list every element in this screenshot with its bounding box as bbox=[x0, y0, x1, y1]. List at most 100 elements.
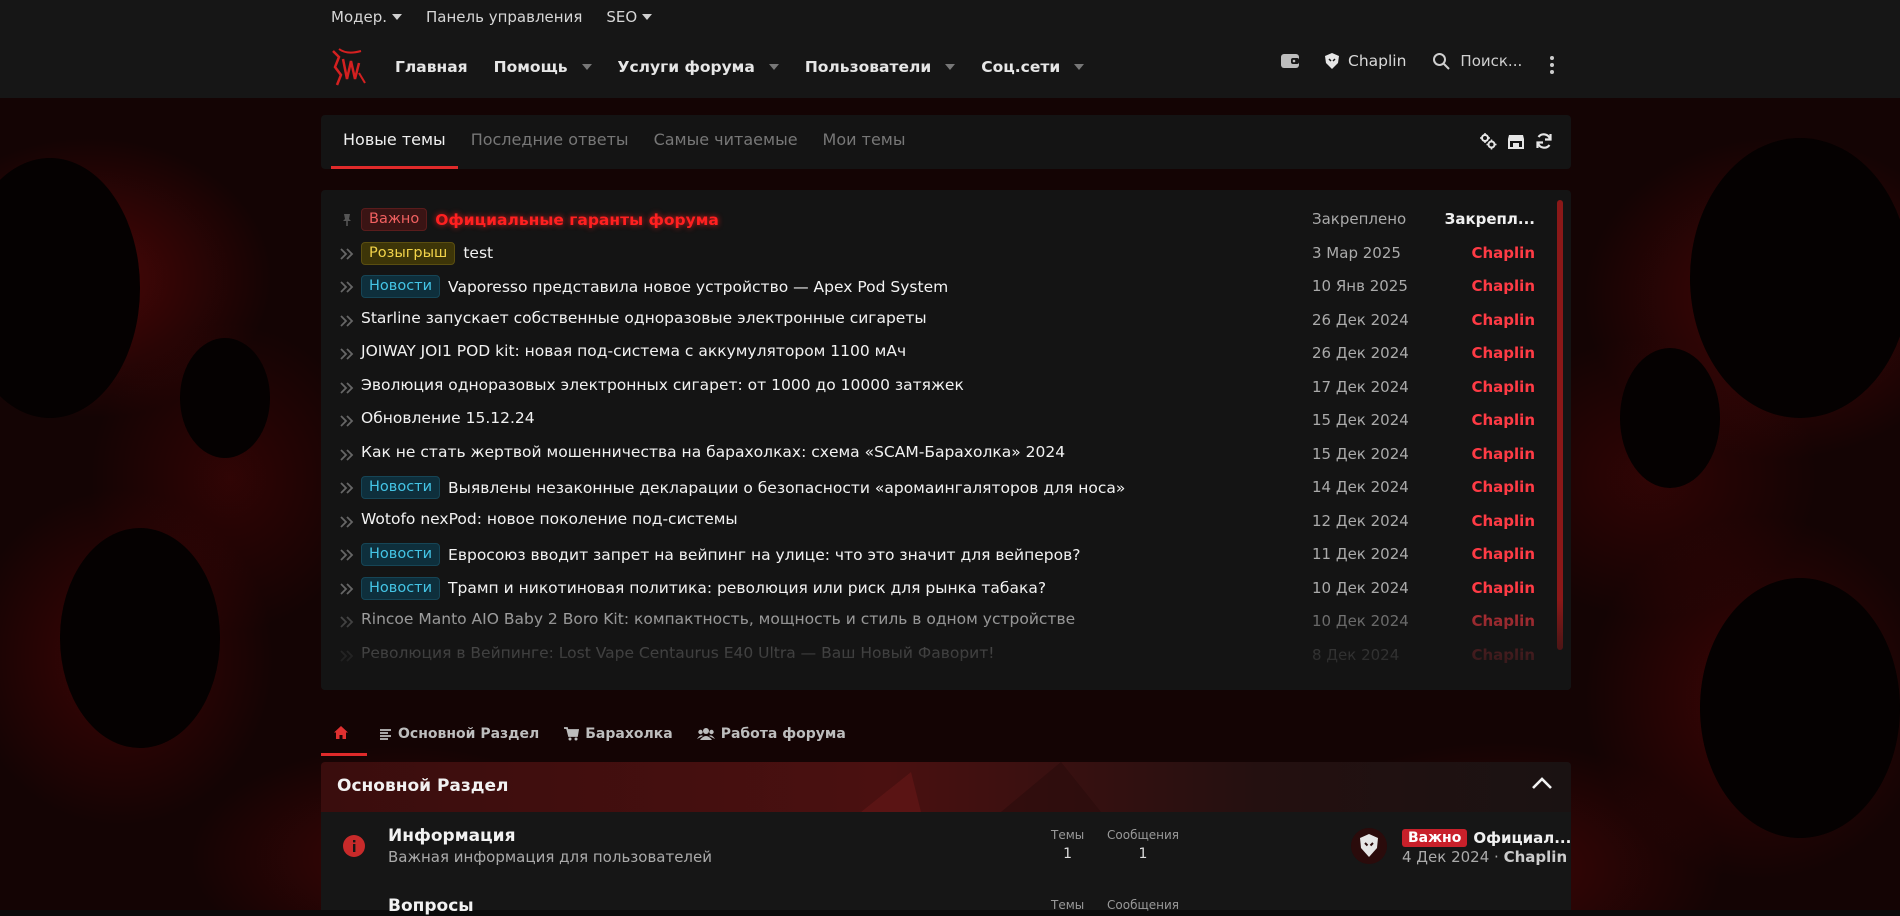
section-tabs: Основной Раздел Барахолка Работа форума bbox=[321, 712, 858, 756]
topic-title-wrap: Новости Евросоюз вводит запрет на вейпинг… bbox=[361, 543, 1080, 566]
nav-social[interactable]: Соц.сети bbox=[981, 58, 1085, 76]
search-box[interactable]: Поиск... bbox=[1432, 52, 1522, 70]
chevron-down-icon[interactable] bbox=[581, 64, 592, 70]
topic-row[interactable]: Розыгрыш test 3 Мар 2025 Chaplin bbox=[321, 236, 1561, 270]
topic-prefix-badge[interactable]: Важно bbox=[361, 208, 428, 231]
topic-author[interactable]: Chaplin bbox=[1471, 311, 1535, 329]
topic-date: 11 Дек 2024 bbox=[1312, 545, 1409, 563]
tab-new-topics[interactable]: Новые темы bbox=[331, 115, 458, 169]
topic-row[interactable]: JOIWAY JOI1 POD kit: новая под-система с… bbox=[321, 336, 1561, 370]
topic-title[interactable]: Трамп и никотиновая политика: революция … bbox=[448, 579, 1046, 597]
last-post-title[interactable]: Важно Официал... bbox=[1402, 829, 1571, 847]
nav-services[interactable]: Услуги форума bbox=[618, 58, 779, 76]
moder-menu[interactable]: Модер. bbox=[331, 7, 403, 26]
topic-title-wrap: JOIWAY JOI1 POD kit: новая под-система с… bbox=[361, 342, 906, 360]
topic-row[interactable]: Обновление 15.12.24 15 Дек 2024 Chaplin bbox=[321, 403, 1561, 437]
header-decoration bbox=[861, 762, 1101, 812]
topic-row[interactable]: Новости Трамп и никотиновая политика: рев… bbox=[321, 571, 1561, 605]
wallet-icon[interactable] bbox=[1280, 53, 1300, 69]
messages-label: Сообщения bbox=[1107, 828, 1180, 842]
topic-author[interactable]: Chaplin bbox=[1471, 277, 1535, 295]
topic-prefix-badge[interactable]: Новости bbox=[361, 275, 441, 298]
forum-logo[interactable] bbox=[325, 45, 369, 89]
topic-row[interactable]: Wotofo nexPod: новое поколение под-систе… bbox=[321, 504, 1561, 538]
topics-scrollbar[interactable] bbox=[1557, 200, 1563, 650]
user-avatar-icon bbox=[1325, 53, 1339, 69]
chevron-down-icon[interactable] bbox=[1074, 64, 1085, 70]
topic-title[interactable]: test bbox=[463, 244, 493, 262]
topic-title[interactable]: Выявлены незаконные декларации о безопас… bbox=[448, 479, 1125, 497]
topic-author[interactable]: Chaplin bbox=[1471, 646, 1535, 664]
chevron-up-icon[interactable] bbox=[1531, 776, 1553, 790]
topic-author[interactable]: Chaplin bbox=[1471, 545, 1535, 563]
nav-users[interactable]: Пользователи bbox=[805, 58, 956, 76]
topic-title[interactable]: Официальные гаранты форума bbox=[435, 211, 719, 229]
topic-author[interactable]: Закрепл... bbox=[1445, 210, 1535, 228]
topic-title[interactable]: Эволюция одноразовых электронных сигарет… bbox=[361, 376, 964, 394]
users-icon bbox=[696, 728, 715, 740]
topic-author[interactable]: Chaplin bbox=[1471, 244, 1535, 262]
topic-date: 26 Дек 2024 bbox=[1312, 310, 1409, 329]
topic-row[interactable]: Starline запускает собственные одноразов… bbox=[321, 303, 1561, 337]
topic-prefix-badge[interactable]: Розыгрыш bbox=[361, 241, 456, 265]
tab-most-read[interactable]: Самые читаемые bbox=[642, 115, 810, 169]
topic-row[interactable]: Новости Выявлены незаконные декларации о … bbox=[321, 470, 1561, 504]
nav-services-label: Услуги форума bbox=[617, 58, 755, 76]
user-menu[interactable]: Chaplin bbox=[1324, 52, 1406, 70]
last-post-author[interactable]: Chaplin bbox=[1504, 848, 1568, 866]
forum-section-header[interactable]: Основной Раздел bbox=[321, 762, 1571, 812]
admin-panel-link[interactable]: Панель управления bbox=[426, 8, 582, 26]
topic-title-wrap: Революция в Вейпинге: Lost Vape Centauru… bbox=[361, 644, 994, 662]
seo-menu[interactable]: SEO bbox=[606, 8, 653, 26]
username: Chaplin bbox=[1348, 52, 1407, 70]
topic-author[interactable]: Chaplin bbox=[1471, 612, 1535, 630]
topic-row[interactable]: Как не стать жертвой мошенничества на ба… bbox=[321, 437, 1561, 471]
topic-author[interactable]: Chaplin bbox=[1471, 478, 1535, 496]
topic-title[interactable]: JOIWAY JOI1 POD kit: новая под-система с… bbox=[361, 342, 906, 360]
tab-latest-replies[interactable]: Последние ответы bbox=[459, 115, 641, 169]
tab-main-section[interactable]: Основной Раздел bbox=[367, 712, 551, 756]
topic-row[interactable]: Важно Официальные гаранты форума Закреплен… bbox=[321, 202, 1561, 236]
store-icon[interactable] bbox=[1507, 132, 1525, 150]
topic-author[interactable]: Chaplin bbox=[1471, 378, 1535, 396]
settings-icon[interactable] bbox=[1479, 132, 1497, 150]
chevron-down-icon[interactable] bbox=[768, 64, 779, 70]
topic-title-wrap: Новости Vaporesso представила новое устро… bbox=[361, 275, 948, 298]
topic-title[interactable]: Rincoe Manto AIO Baby 2 Boro Kit: компак… bbox=[361, 610, 1075, 628]
nav-home[interactable]: Главная bbox=[395, 58, 468, 76]
topic-prefix-badge[interactable]: Новости bbox=[361, 476, 441, 499]
topic-title[interactable]: Как не стать жертвой мошенничества на ба… bbox=[361, 443, 1065, 461]
topic-author[interactable]: Chaplin bbox=[1471, 512, 1535, 530]
avatar[interactable] bbox=[1351, 828, 1387, 864]
tab-forum-work[interactable]: Работа форума bbox=[685, 712, 858, 756]
topic-date: 3 Мар 2025 bbox=[1312, 243, 1401, 262]
topic-prefix-badge[interactable]: Новости bbox=[361, 543, 441, 566]
topic-title[interactable]: Революция в Вейпинге: Lost Vape Centauru… bbox=[361, 644, 994, 662]
topic-title[interactable]: Обновление 15.12.24 bbox=[361, 409, 535, 427]
topic-row[interactable]: Эволюция одноразовых электронных сигарет… bbox=[321, 370, 1561, 404]
threads-label: Темы bbox=[1051, 828, 1085, 842]
topic-row[interactable]: Новости Vaporesso представила новое устро… bbox=[321, 269, 1561, 303]
node-title-questions[interactable]: Вопросы bbox=[388, 896, 474, 916]
node-title[interactable]: Информация bbox=[388, 826, 515, 846]
topic-author[interactable]: Chaplin bbox=[1471, 445, 1535, 463]
topic-row[interactable]: Rincoe Manto AIO Baby 2 Boro Kit: компак… bbox=[321, 604, 1561, 638]
topic-title[interactable]: Wotofo nexPod: новое поколение под-систе… bbox=[361, 510, 738, 528]
topic-author[interactable]: Chaplin bbox=[1471, 579, 1535, 597]
chevron-down-icon[interactable] bbox=[945, 64, 956, 70]
topic-prefix-badge[interactable]: Новости bbox=[361, 576, 441, 600]
more-menu-icon[interactable] bbox=[1550, 56, 1554, 77]
refresh-icon[interactable] bbox=[1535, 132, 1553, 150]
topic-row[interactable]: Революция в Вейпинге: Lost Vape Centauru… bbox=[321, 638, 1561, 672]
topic-title[interactable]: Vaporesso представила новое устройство —… bbox=[448, 278, 948, 296]
topic-title[interactable]: Starline запускает собственные одноразов… bbox=[361, 309, 927, 327]
topic-title[interactable]: Евросоюз вводит запрет на вейпинг на ули… bbox=[448, 546, 1080, 564]
topic-author[interactable]: Chaplin bbox=[1471, 344, 1535, 362]
topic-row[interactable]: Новости Евросоюз вводит запрет на вейпинг… bbox=[321, 537, 1561, 571]
tab-home[interactable] bbox=[321, 712, 367, 756]
nav-help[interactable]: Помощь bbox=[494, 58, 592, 76]
tab-flea-market[interactable]: Барахолка bbox=[551, 712, 684, 756]
topic-author[interactable]: Chaplin bbox=[1471, 411, 1535, 429]
moder-label: Модер. bbox=[331, 7, 388, 26]
tab-my-topics[interactable]: Мои темы bbox=[811, 115, 918, 169]
